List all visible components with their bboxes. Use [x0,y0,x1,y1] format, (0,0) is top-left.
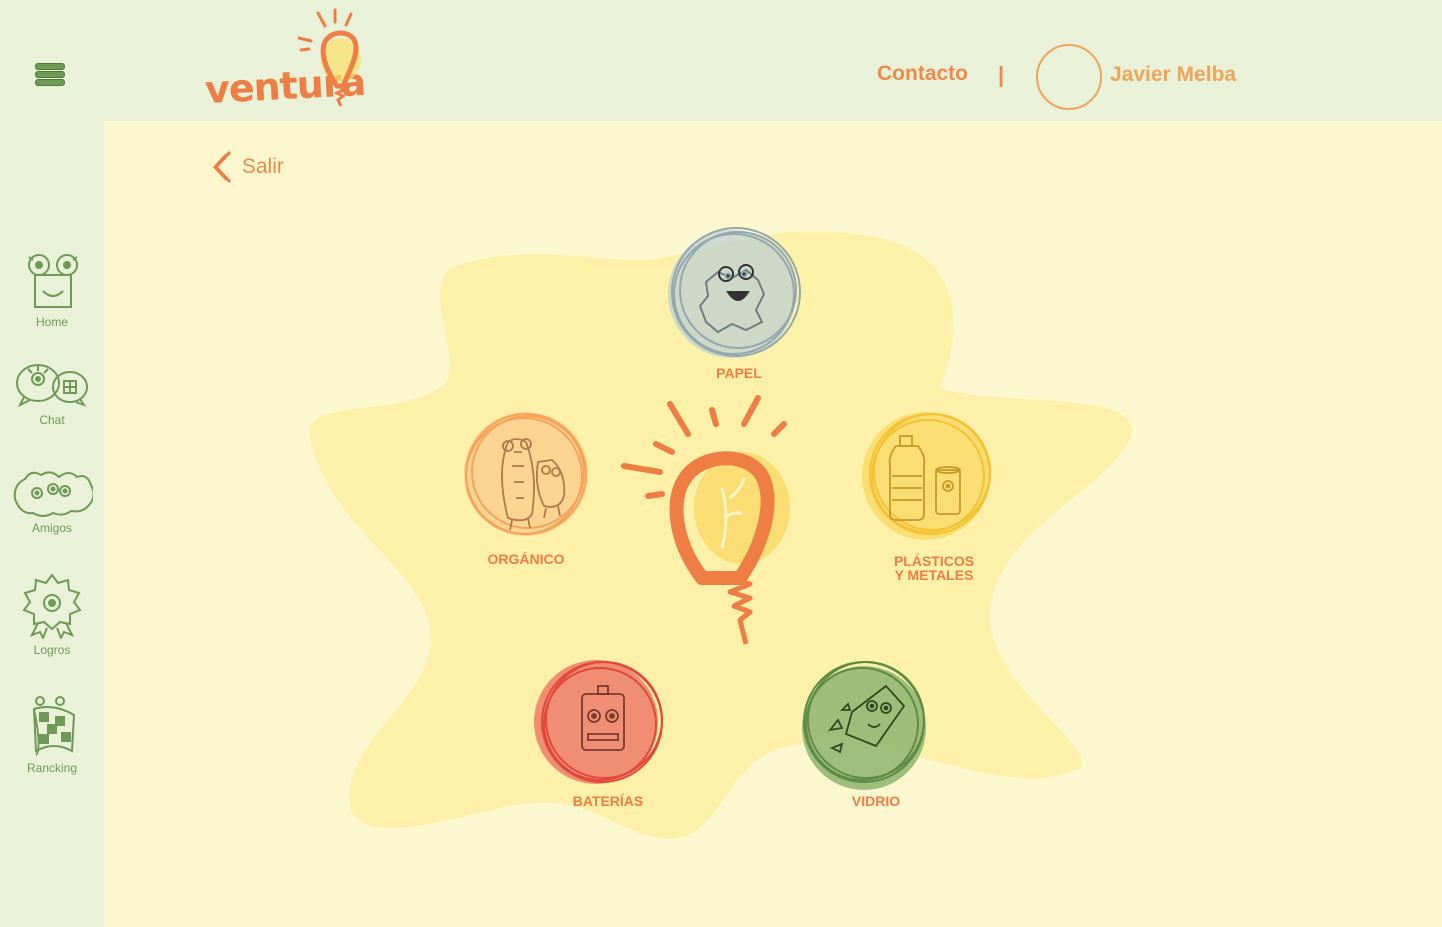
chevron-left-icon [212,150,232,184]
center-bulb-icon [621,395,790,645]
top-bar: ventura Contacto | Javier Melba [0,0,1442,121]
category-label-line2: Y METALES [894,567,974,583]
achievement-badge-icon [22,573,82,639]
back-label: Salir [241,155,284,178]
category-organico[interactable]: ORGÁNICO [446,402,606,572]
sidebar-item-label: Rancking [26,761,78,775]
ranking-flag-icon [32,696,76,756]
home-monster-icon [28,254,78,308]
back-link[interactable]: Salir [212,150,284,184]
sidebar-item-label: Amigos [31,521,72,535]
plastic-bottle-icon [862,412,991,540]
sidebar: Home Chat Amigos Logros Rancking [0,121,104,927]
category-label: PAPEL [716,365,762,381]
glass-monster-icon [802,661,926,790]
battery-monster-icon [534,660,663,784]
category-baterias[interactable]: BATERÍAS [526,650,690,814]
avatar[interactable] [1036,44,1102,110]
ventura-logo[interactable]: ventura [204,8,375,116]
sidebar-item-label: Chat [39,413,65,427]
contact-link[interactable]: Contacto [877,62,968,86]
nav-divider: | [998,62,1005,87]
sidebar-item-friends[interactable]: Amigos [0,465,104,535]
sidebar-item-ranking[interactable]: Rancking [0,695,104,775]
sidebar-item-label: Logros [33,643,71,657]
category-label-line1: PLÁSTICOS [893,553,975,569]
sidebar-item-achievements[interactable]: Logros [0,573,104,657]
category-label: VIDRIO [851,793,901,809]
hamburger-menu-icon[interactable] [35,63,65,87]
category-vidrio[interactable]: VIDRIO [796,650,956,814]
logo-bulb-icon [297,8,361,107]
category-label: ORGÁNICO [487,551,565,567]
category-label: BATERÍAS [572,793,644,809]
organic-monster-icon [464,412,588,536]
category-papel[interactable]: PAPEL [650,222,830,382]
user-name[interactable]: Javier Melba [1110,63,1236,87]
category-plasticos-metales[interactable]: PLÁSTICOS Y METALES [850,402,1020,592]
friends-monster-icon [13,471,93,517]
paper-monster-icon [668,227,801,358]
sidebar-item-label: Home [35,315,68,329]
sidebar-item-chat[interactable]: Chat [0,361,104,427]
sidebar-item-home[interactable]: Home [0,251,104,329]
chat-monster-icon [16,364,88,408]
